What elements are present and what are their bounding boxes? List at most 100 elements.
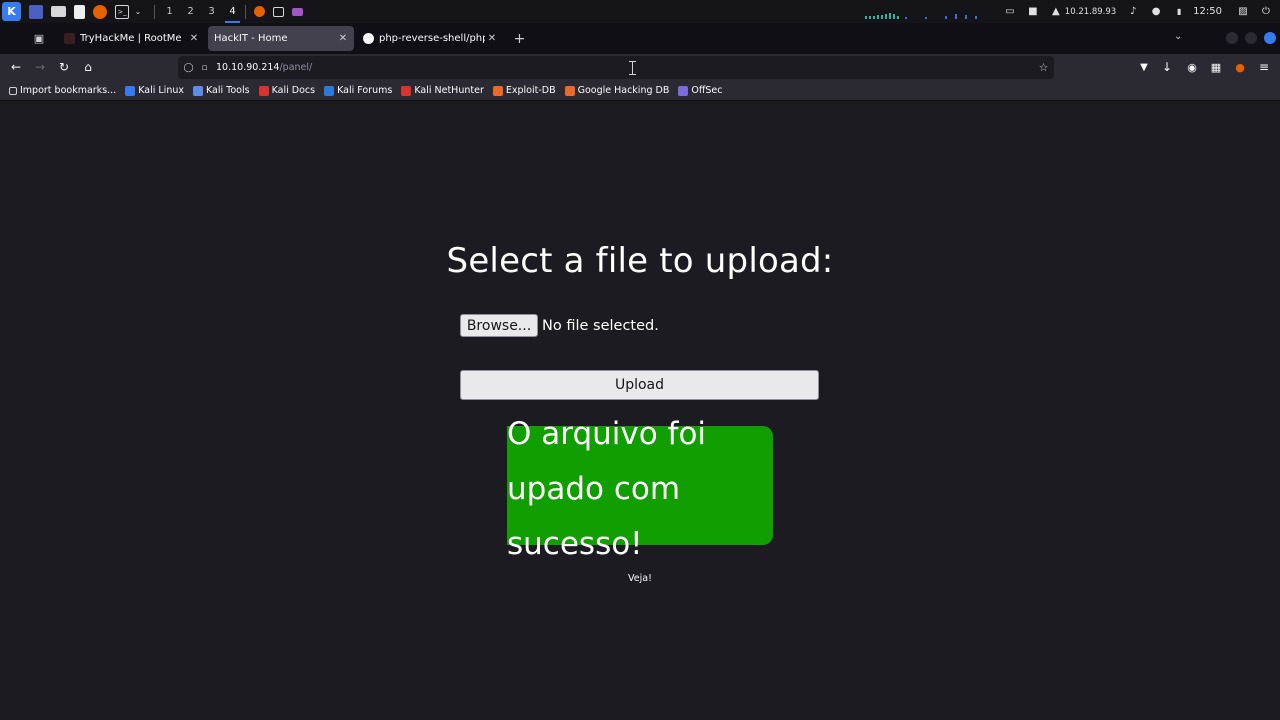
github-favicon-icon [363, 33, 374, 44]
system-taskbar: K >_ ⌄ 1 2 3 4 ▭ ■ ▲ 10.21.89.93 ♪ ● ▮ 1… [0, 0, 1280, 23]
file-status-label: No file selected. [542, 317, 659, 334]
lock-screen-icon[interactable]: ▨ [1237, 6, 1249, 18]
taskbar-separator [154, 4, 155, 19]
display-icon[interactable]: ▭ [1004, 6, 1016, 18]
forward-arrow-icon[interactable]: → [31, 58, 49, 76]
tab-title: HackIT - Home [214, 33, 288, 44]
app-window-icon[interactable] [292, 7, 303, 16]
page-title: Select a file to upload: [446, 241, 834, 281]
tab-hackit-home[interactable]: HackIT - Home ✕ [208, 26, 354, 51]
tryhackme-favicon-icon [64, 33, 75, 44]
close-icon[interactable]: ✕ [187, 32, 201, 46]
kali-dragon-icon [125, 85, 136, 96]
network-graph [864, 5, 983, 19]
bookmark-label: OffSec [691, 85, 723, 96]
tab-tryhackme[interactable]: TryHackMe | RootMe ✕ [58, 26, 205, 51]
bookmark-import[interactable]: Import bookmarks... [9, 85, 116, 96]
success-message: O arquivo foi upado com sucesso! [507, 416, 707, 562]
new-tab-plus-icon[interactable]: + [512, 31, 527, 47]
firefox-view-icon[interactable]: ▣ [29, 30, 49, 47]
ghdb-icon [564, 85, 575, 96]
navigation-toolbar: ← → ↻ ⌂ ◯ ▫ 10.10.90.214/panel/ ☆ ▼ ↓ ◉ … [0, 54, 1280, 81]
file-manager-icon[interactable] [51, 6, 66, 17]
vpn-lock-icon[interactable]: ▲ [1050, 6, 1062, 18]
home-icon[interactable]: ⌂ [79, 58, 97, 76]
bookmark-offsec[interactable]: OffSec [678, 85, 722, 96]
foxyproxy-icon[interactable]: ● [1231, 58, 1249, 76]
bookmark-label: Kali Forums [337, 85, 393, 96]
vpn-ip-address: 10.21.89.93 [1064, 6, 1117, 17]
power-icon[interactable]: ⏻ [1260, 6, 1272, 18]
show-desktop-icon[interactable] [29, 4, 43, 19]
bookmark-kali-linux[interactable]: Kali Linux [125, 85, 184, 96]
volume-icon[interactable]: ♪ [1127, 6, 1139, 18]
bookmark-star-icon[interactable]: ☆ [1037, 61, 1050, 74]
bookmark-kali-forums[interactable]: Kali Forums [324, 85, 392, 96]
file-input[interactable]: Browse... No file selected. [460, 314, 659, 337]
nethunter-icon [401, 85, 412, 96]
bookmark-label: Kali Tools [205, 85, 250, 96]
url-path: /panel/ [279, 62, 313, 73]
camera-icon[interactable]: ■ [1027, 6, 1039, 18]
clock[interactable]: 12:50 [1193, 6, 1222, 17]
kali-forums-icon [324, 85, 335, 96]
kali-docs-icon [258, 85, 269, 96]
kali-menu-icon[interactable]: K [2, 2, 21, 21]
url-host: 10.10.90.214 [216, 62, 280, 73]
terminal-window-icon[interactable] [273, 6, 284, 17]
minimize-window-button[interactable] [1226, 32, 1238, 44]
bookmark-label: Kali NetHunter [414, 85, 484, 96]
bookmark-label: Google Hacking DB [577, 85, 670, 96]
browse-button[interactable]: Browse... [460, 314, 538, 337]
text-editor-icon[interactable] [74, 4, 85, 19]
bookmark-kali-docs[interactable]: Kali Docs [258, 85, 316, 96]
taskbar-separator [245, 4, 246, 19]
bookmarks-toolbar: Import bookmarks... Kali Linux Kali Tool… [0, 81, 1280, 101]
page-content: Select a file to upload: Browse... No fi… [0, 101, 1280, 720]
veja-link[interactable]: Veja! [600, 573, 680, 584]
workspace-1[interactable]: 1 [159, 0, 180, 23]
upload-button[interactable]: Upload [460, 370, 819, 400]
terminal-icon[interactable]: >_ [115, 4, 129, 19]
firefox-window-icon[interactable] [254, 6, 265, 17]
offsec-icon [678, 85, 689, 96]
extensions-icon[interactable]: ▦ [1207, 58, 1225, 76]
close-window-button[interactable] [1264, 32, 1276, 44]
back-arrow-icon[interactable]: ← [7, 58, 25, 76]
import-icon [9, 86, 17, 95]
close-icon[interactable]: ✕ [485, 32, 499, 46]
bookmark-google-hacking-db[interactable]: Google Hacking DB [564, 85, 670, 96]
bookmark-label: Kali Linux [138, 85, 184, 96]
chevron-down-icon[interactable]: ⌄ [131, 5, 145, 19]
tab-title: php-reverse-shell/php-re [379, 33, 485, 44]
bookmark-exploit-db[interactable]: Exploit-DB [492, 85, 556, 96]
notification-bell-icon[interactable]: ● [1150, 6, 1162, 18]
account-icon[interactable]: ◉ [1183, 58, 1201, 76]
reload-icon[interactable]: ↻ [55, 58, 73, 76]
bookmark-kali-tools[interactable]: Kali Tools [192, 85, 250, 96]
bookmark-label: Exploit-DB [505, 85, 556, 96]
workspace-2[interactable]: 2 [180, 0, 201, 23]
kali-tools-icon [192, 85, 203, 96]
downloads-icon[interactable]: ↓ [1158, 58, 1176, 76]
bookmark-label: Kali Docs [271, 85, 316, 96]
list-all-tabs-chevron-icon[interactable]: ⌄ [1174, 31, 1182, 42]
url-bar[interactable]: ◯ ▫ 10.10.90.214/panel/ ☆ [178, 56, 1054, 79]
tab-php-reverse-shell[interactable]: php-reverse-shell/php-re ✕ [357, 26, 503, 51]
maximize-window-button[interactable] [1245, 32, 1257, 44]
tracking-shield-icon[interactable]: ◯ [183, 62, 194, 73]
close-icon[interactable]: ✕ [336, 32, 350, 46]
battery-icon[interactable]: ▮ [1173, 6, 1185, 18]
text-cursor [629, 61, 639, 75]
url-text[interactable]: 10.10.90.214/panel/ [216, 62, 312, 73]
pocket-icon[interactable]: ▼ [1135, 58, 1153, 76]
firefox-icon[interactable] [93, 4, 107, 19]
bookmark-label: Import bookmarks... [20, 85, 117, 96]
workspace-4[interactable]: 4 [222, 0, 243, 23]
workspace-3[interactable]: 3 [201, 0, 222, 23]
insecure-lock-icon[interactable]: ▫ [199, 62, 210, 73]
bookmark-kali-nethunter[interactable]: Kali NetHunter [401, 85, 484, 96]
browser-tab-strip: ▣ TryHackMe | RootMe ✕ HackIT - Home ✕ p… [0, 23, 1280, 54]
tab-title: TryHackMe | RootMe [80, 33, 182, 44]
hamburger-menu-icon[interactable]: ≡ [1255, 58, 1273, 76]
